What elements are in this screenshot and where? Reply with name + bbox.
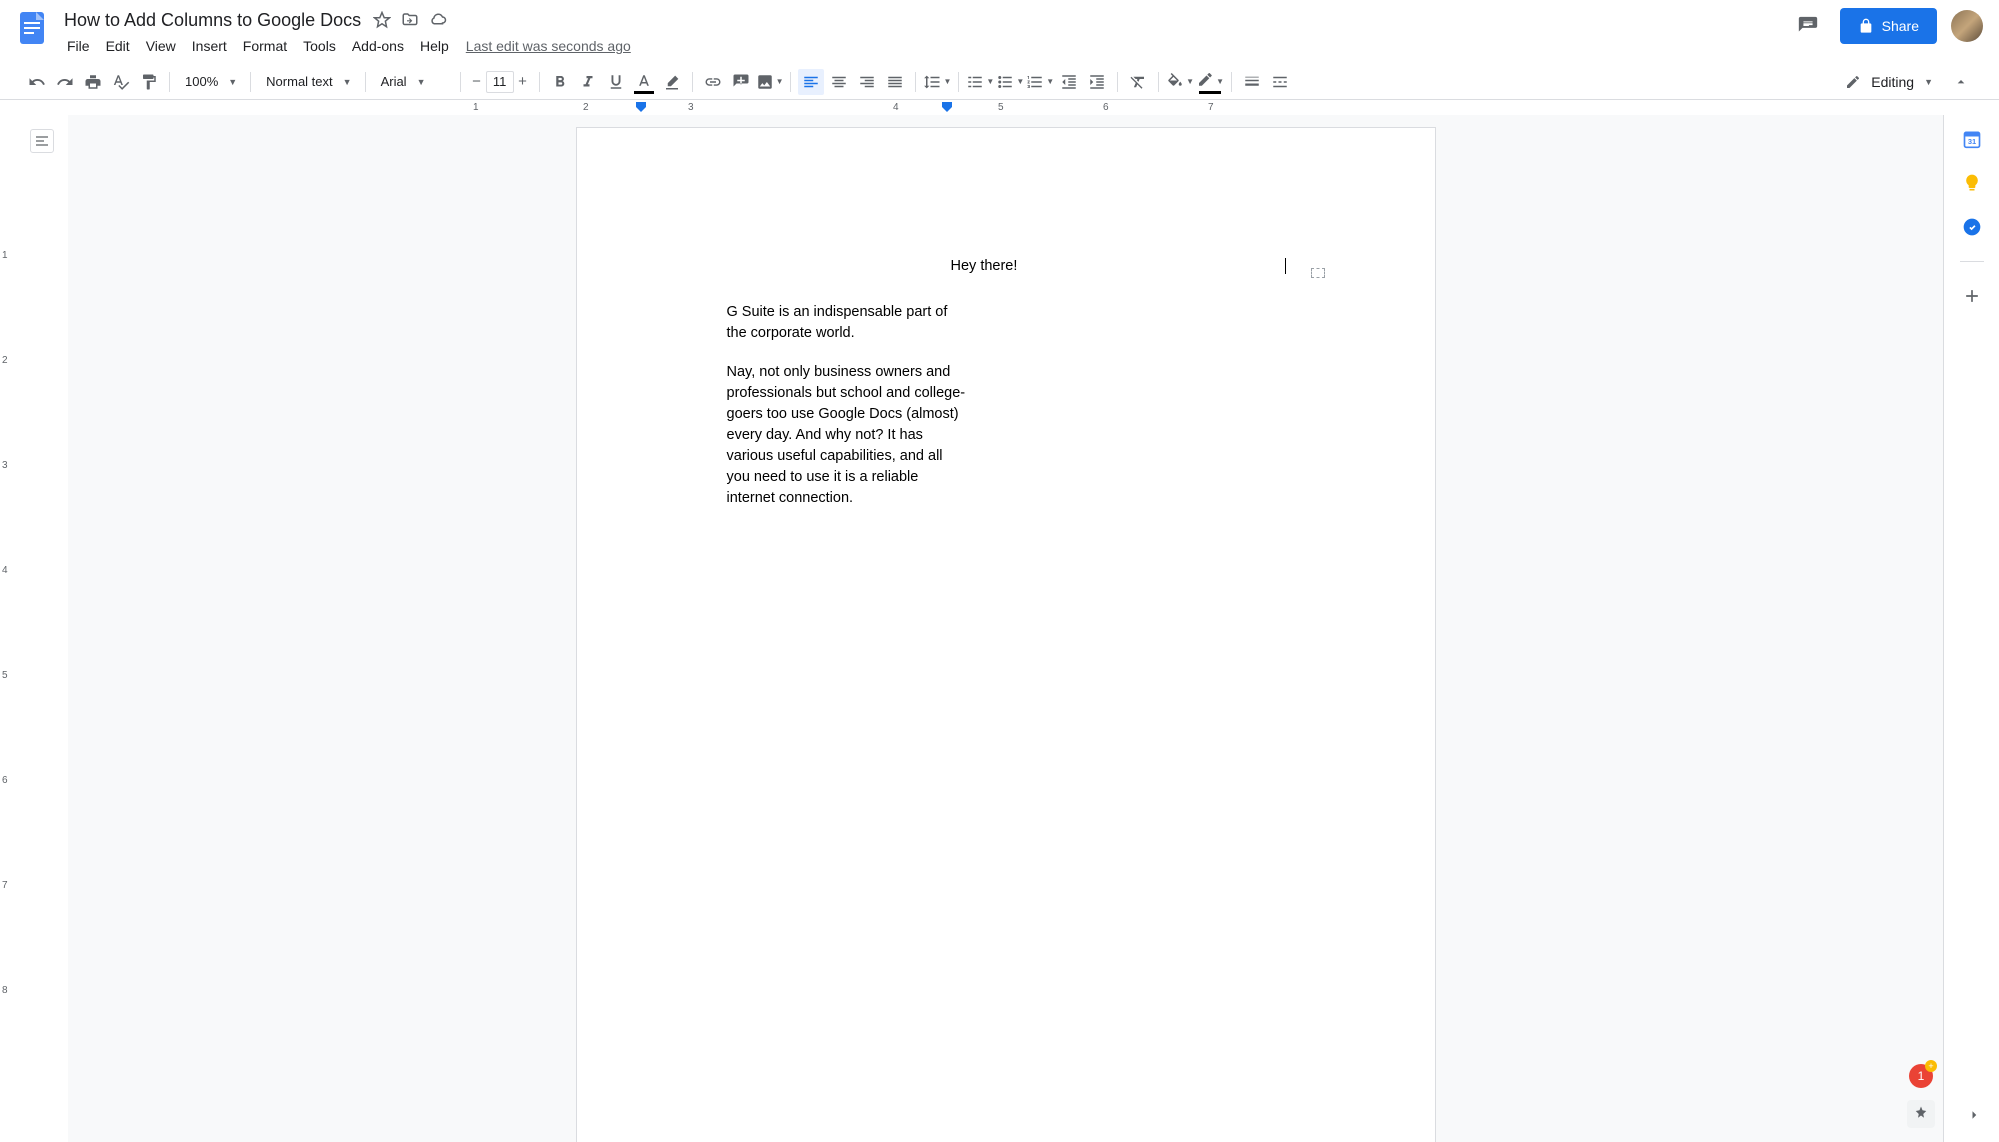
document-heading[interactable]: Hey there! bbox=[951, 258, 1285, 274]
document-paragraph[interactable]: Nay, not only business owners and profes… bbox=[727, 362, 967, 509]
column-break-indicator[interactable] bbox=[1311, 268, 1325, 278]
share-label: Share bbox=[1882, 18, 1919, 34]
highlight-color-button[interactable] bbox=[659, 69, 685, 95]
font-size-increase[interactable]: + bbox=[514, 70, 532, 94]
ruler-indent-right[interactable] bbox=[942, 102, 952, 114]
share-button[interactable]: Share bbox=[1840, 8, 1937, 44]
font-size-decrease[interactable]: − bbox=[468, 70, 486, 94]
text-color-button[interactable] bbox=[631, 69, 657, 95]
menu-help[interactable]: Help bbox=[413, 36, 456, 56]
menu-insert[interactable]: Insert bbox=[185, 36, 234, 56]
menu-format[interactable]: Format bbox=[236, 36, 294, 56]
undo-button[interactable] bbox=[24, 69, 50, 95]
account-avatar[interactable] bbox=[1951, 10, 1983, 42]
line-spacing-button[interactable]: ▼ bbox=[923, 69, 951, 95]
explore-button[interactable] bbox=[1907, 1100, 1935, 1128]
underline-button[interactable] bbox=[603, 69, 629, 95]
menu-addons[interactable]: Add-ons bbox=[345, 36, 411, 56]
show-outline-button[interactable] bbox=[30, 129, 54, 153]
vertical-ruler[interactable]: 1 2 3 4 5 6 7 8 bbox=[0, 115, 15, 1142]
document-paragraph[interactable]: G Suite is an indispensable part of the … bbox=[727, 302, 967, 344]
last-edit-link[interactable]: Last edit was seconds ago bbox=[466, 38, 631, 54]
print-button[interactable] bbox=[80, 69, 106, 95]
notification-badge[interactable]: 1 bbox=[1909, 1064, 1933, 1088]
calendar-icon[interactable]: 31 bbox=[1962, 129, 1982, 149]
menu-edit[interactable]: Edit bbox=[99, 36, 137, 56]
keep-icon[interactable] bbox=[1962, 173, 1982, 193]
italic-button[interactable] bbox=[575, 69, 601, 95]
move-folder-icon[interactable] bbox=[401, 11, 419, 29]
horizontal-ruler[interactable]: 1 2 3 4 5 6 7 bbox=[0, 100, 1999, 115]
numbered-list-button[interactable]: ▼ bbox=[1026, 69, 1054, 95]
redo-button[interactable] bbox=[52, 69, 78, 95]
font-family-select[interactable]: Arial▼ bbox=[373, 69, 453, 95]
clear-formatting-button[interactable] bbox=[1125, 69, 1151, 95]
spellcheck-button[interactable] bbox=[108, 69, 134, 95]
app-header: How to Add Columns to Google Docs File E… bbox=[0, 0, 1999, 64]
ruler-indent-left[interactable] bbox=[636, 102, 646, 114]
toolbar: 100%▼ Normal text▼ Arial▼ − + ▼ ▼ ▼ ▼ ▼ bbox=[0, 64, 1999, 100]
paragraph-style-select[interactable]: Normal text▼ bbox=[258, 69, 357, 95]
border-color-button[interactable]: ▼ bbox=[1196, 69, 1224, 95]
mode-select[interactable]: Editing ▼ bbox=[1835, 68, 1939, 96]
bulleted-list-button[interactable]: ▼ bbox=[996, 69, 1024, 95]
checklist-button[interactable]: ▼ bbox=[966, 69, 994, 95]
collapse-toolbar-button[interactable] bbox=[1947, 68, 1975, 96]
align-center-button[interactable] bbox=[826, 69, 852, 95]
menu-file[interactable]: File bbox=[60, 36, 97, 56]
menu-bar: File Edit View Insert Format Tools Add-o… bbox=[60, 34, 1790, 58]
page[interactable]: Hey there! G Suite is an indispensable p… bbox=[576, 127, 1436, 1142]
add-addon-icon[interactable] bbox=[1962, 286, 1982, 306]
open-comments-button[interactable] bbox=[1790, 8, 1826, 44]
hide-side-panel-button[interactable] bbox=[1965, 1106, 1983, 1124]
menu-view[interactable]: View bbox=[139, 36, 183, 56]
border-dash-button[interactable] bbox=[1267, 69, 1293, 95]
align-right-button[interactable] bbox=[854, 69, 880, 95]
docs-app-icon[interactable] bbox=[12, 8, 52, 48]
svg-text:31: 31 bbox=[1967, 137, 1975, 146]
font-size-input[interactable] bbox=[486, 71, 514, 93]
align-left-button[interactable] bbox=[798, 69, 824, 95]
border-width-button[interactable] bbox=[1239, 69, 1265, 95]
side-panel: 31 bbox=[1943, 115, 1999, 1142]
menu-tools[interactable]: Tools bbox=[296, 36, 343, 56]
bold-button[interactable] bbox=[547, 69, 573, 95]
lock-icon bbox=[1858, 18, 1874, 34]
cloud-status-icon[interactable] bbox=[429, 11, 447, 29]
star-icon[interactable] bbox=[373, 11, 391, 29]
fill-color-button[interactable]: ▼ bbox=[1166, 69, 1194, 95]
insert-image-button[interactable]: ▼ bbox=[756, 69, 784, 95]
pencil-icon bbox=[1845, 74, 1861, 90]
add-comment-button[interactable] bbox=[728, 69, 754, 95]
zoom-select[interactable]: 100%▼ bbox=[177, 69, 243, 95]
tasks-icon[interactable] bbox=[1962, 217, 1982, 237]
decrease-indent-button[interactable] bbox=[1056, 69, 1082, 95]
align-justify-button[interactable] bbox=[882, 69, 908, 95]
document-canvas[interactable]: Hey there! G Suite is an indispensable p… bbox=[68, 115, 1943, 1142]
insert-link-button[interactable] bbox=[700, 69, 726, 95]
increase-indent-button[interactable] bbox=[1084, 69, 1110, 95]
paint-format-button[interactable] bbox=[136, 69, 162, 95]
document-title[interactable]: How to Add Columns to Google Docs bbox=[60, 8, 365, 33]
